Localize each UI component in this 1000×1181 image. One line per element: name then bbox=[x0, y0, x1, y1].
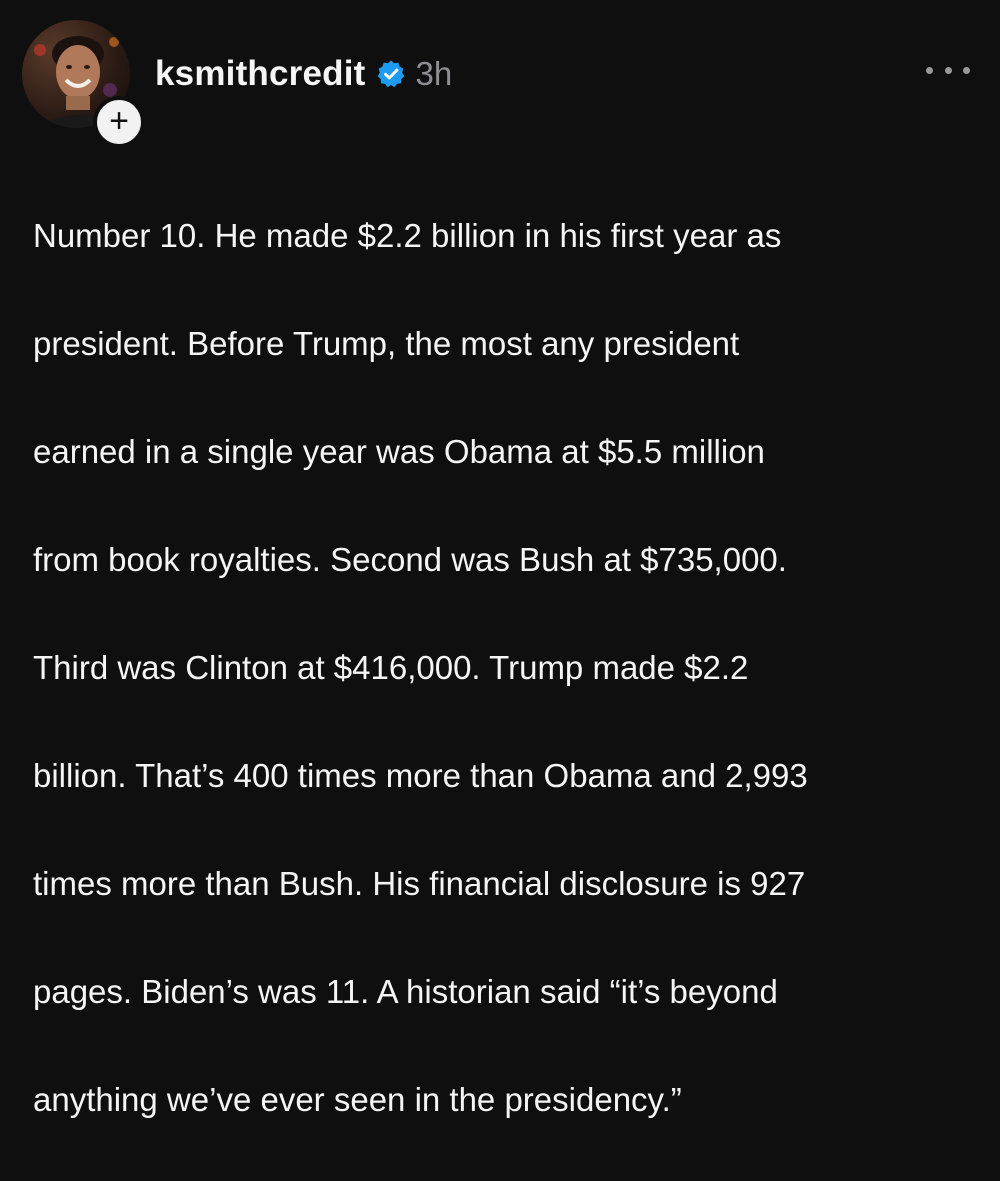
more-dot-icon bbox=[926, 66, 933, 74]
post-body: Number 10. He made $2.2 billion in his f… bbox=[33, 155, 978, 1181]
post-text-line: anything we’ve ever seen in the presiden… bbox=[33, 1081, 682, 1118]
more-dot-icon bbox=[944, 66, 952, 74]
avatar-container: + bbox=[22, 20, 145, 148]
more-options-button[interactable] bbox=[926, 60, 970, 80]
verified-badge-icon bbox=[376, 59, 406, 89]
post-text-line: from book royalties. Second was Bush at … bbox=[33, 541, 787, 578]
post-text-line: Third was Clinton at $416,000. Trump mad… bbox=[33, 649, 749, 686]
follow-button[interactable]: + bbox=[93, 96, 145, 148]
post-header: ksmithcredit 3h bbox=[155, 50, 452, 98]
post: + ksmithcredit 3h Number 10. He made $2.… bbox=[0, 0, 1000, 1118]
more-dot-icon bbox=[963, 66, 970, 74]
post-text-line: billion. That’s 400 times more than Obam… bbox=[33, 757, 808, 794]
plus-icon: + bbox=[109, 102, 129, 140]
post-text-line: times more than Bush. His financial disc… bbox=[33, 865, 806, 902]
post-text-line: pages. Biden’s was 11. A historian said … bbox=[33, 973, 778, 1010]
timestamp: 3h bbox=[415, 55, 453, 92]
post-text-line: president. Before Trump, the most any pr… bbox=[33, 325, 740, 362]
post-text-line: Number 10. He made $2.2 billion in his f… bbox=[33, 217, 782, 254]
username[interactable]: ksmithcredit bbox=[155, 54, 366, 94]
post-text-line: earned in a single year was Obama at $5.… bbox=[33, 433, 765, 470]
